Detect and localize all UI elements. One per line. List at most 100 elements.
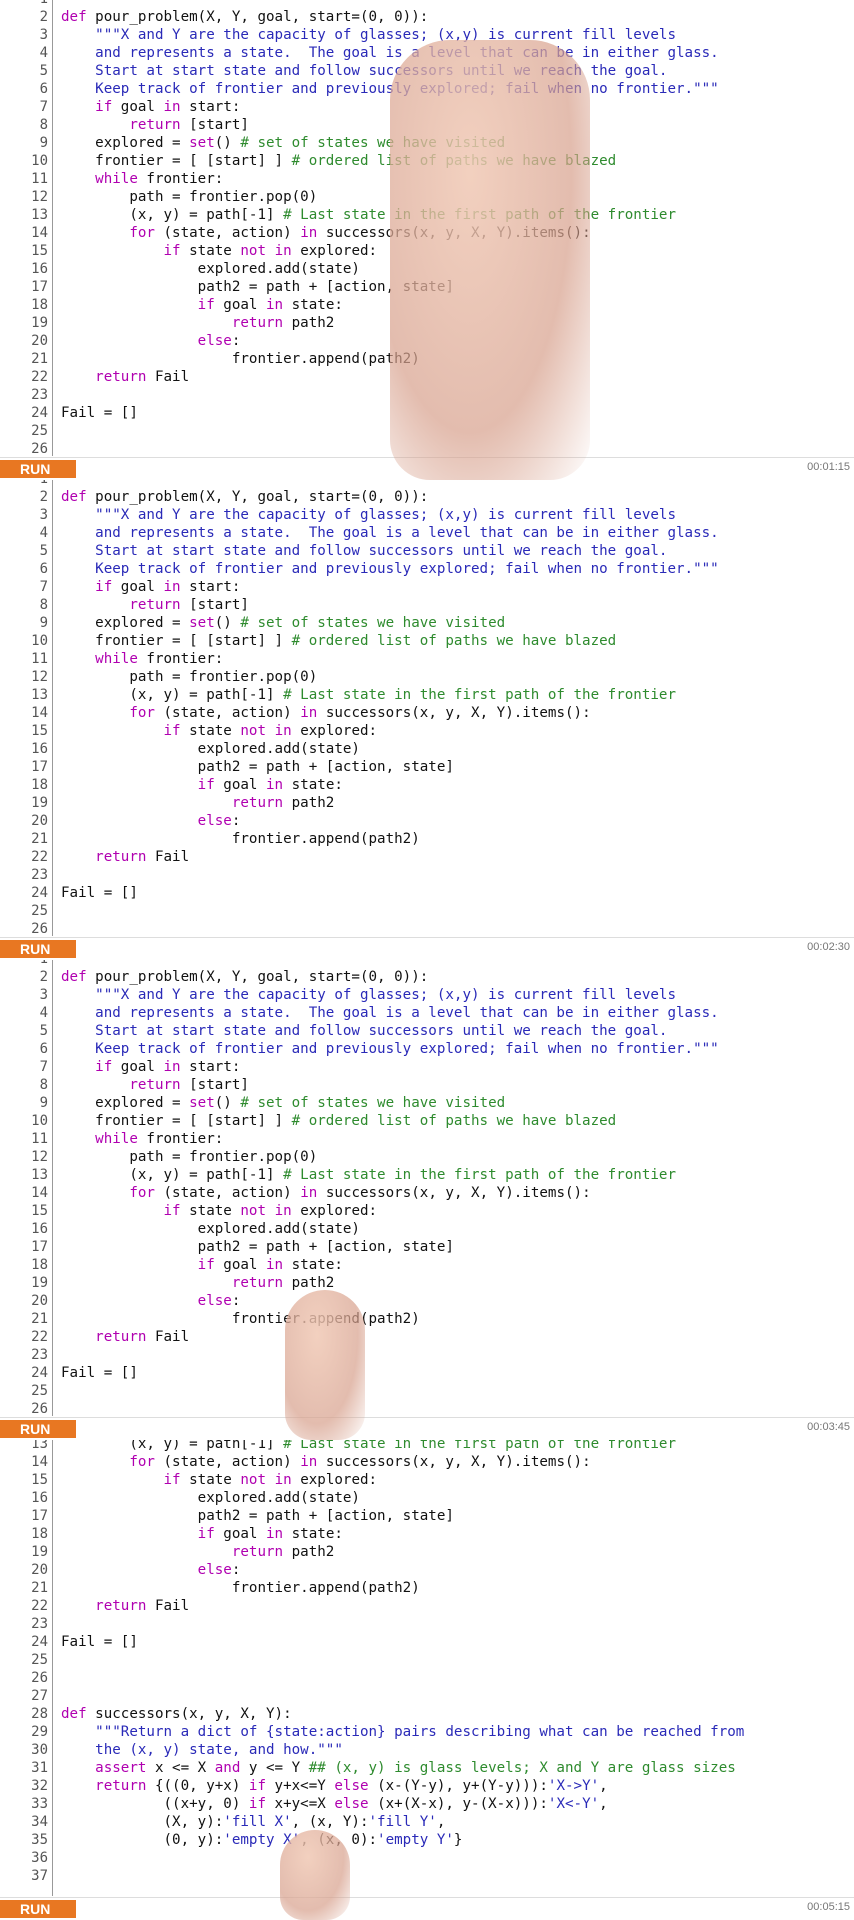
line-number: 12 [31, 1149, 48, 1165]
run-button[interactable]: RUN [0, 1900, 76, 1918]
line-number: 9 [39, 1095, 48, 1111]
line-number: 19 [31, 315, 48, 331]
line-text: """X and Y are the capacity of glasses; … [61, 987, 676, 1003]
line-text: if goal in state: [197, 297, 343, 313]
timestamp: 00:03:45 [807, 1421, 850, 1433]
line-number: 10 [31, 153, 48, 169]
line-text: path = frontier.pop(0) [61, 189, 318, 205]
editor-frame: 12 def pour_problem(X, Y, goal, start=(0,… [0, 0, 854, 480]
line-number: 15 [31, 1203, 48, 1219]
line-number: 24 [31, 885, 48, 901]
line-text: explored = set() # set of states we have… [61, 615, 506, 631]
line-number: 16 [31, 1221, 48, 1237]
line-text: if goal in state: [197, 1526, 343, 1542]
line-number: 24 [31, 1365, 48, 1381]
line-text: path = frontier.pop(0) [61, 669, 318, 685]
line-text: def pour_problem(X, Y, goal, start=(0, 0… [61, 969, 429, 985]
line-number: 10 [31, 1113, 48, 1129]
line-text: while frontier: [95, 171, 224, 187]
line-number: 17 [31, 1239, 48, 1255]
line-text: (X, y):'fill X', (x, Y):'fill Y', [61, 1814, 446, 1830]
line-text: if state not in explored: [163, 723, 378, 739]
line-number: 16 [31, 261, 48, 277]
line-number: 18 [31, 777, 48, 793]
run-button[interactable]: RUN [0, 940, 76, 958]
line-number: 14 [31, 705, 48, 721]
line-text: return Fail [95, 1598, 190, 1614]
line-number: 3 [39, 987, 48, 1003]
line-text: for (state, action) in successors(x, y, … [129, 1185, 591, 1201]
line-number: 7 [39, 1059, 48, 1075]
line-number: 19 [31, 1544, 48, 1560]
line-text: if goal in start: [95, 99, 241, 115]
line-text: Keep track of frontier and previously ex… [61, 1041, 719, 1057]
line-text: return [start] [129, 597, 249, 613]
line-text: (x, y) = path[-1] # Last state in the fi… [61, 1440, 677, 1452]
timestamp: 00:05:15 [807, 1901, 850, 1913]
line-gutter [52, 960, 53, 1416]
line-text: return Fail [95, 1329, 190, 1345]
line-text: """Return a dict of {state:action} pairs… [61, 1724, 745, 1740]
line-number: 21 [31, 351, 48, 367]
line-text: return path2 [231, 1275, 335, 1291]
line-number: 14 [31, 1454, 48, 1470]
line-number: 24 [31, 1634, 48, 1650]
line-number: 4 [39, 1005, 48, 1021]
line-number: 13 [31, 1440, 48, 1452]
line-number: 4 [39, 45, 48, 61]
line-text: else: [197, 813, 241, 829]
line-text: def pour_problem(X, Y, goal, start=(0, 0… [61, 489, 429, 505]
line-number: 16 [31, 1490, 48, 1506]
line-number: 23 [31, 1616, 48, 1632]
line-text: for (state, action) in successors(x, y, … [129, 705, 591, 721]
line-text: frontier.append(path2) [61, 1580, 420, 1596]
line-text: if state not in explored: [163, 1203, 378, 1219]
line-text: else: [197, 333, 241, 349]
line-number: 6 [39, 561, 48, 577]
line-number: 30 [31, 1742, 48, 1758]
line-number: 21 [31, 1580, 48, 1596]
line-text: def pour_problem(X, Y, goal, start=(0, 0… [61, 9, 429, 25]
line-number: 6 [39, 81, 48, 97]
line-number: 12 [31, 189, 48, 205]
line-text: Fail = [] [61, 885, 138, 901]
line-number: 21 [31, 1311, 48, 1327]
line-text: else: [197, 1293, 241, 1309]
line-number: 17 [31, 279, 48, 295]
line-number: 16 [31, 741, 48, 757]
finger-pointer [285, 1290, 365, 1440]
line-text: frontier = [ [start] ] # ordered list of… [61, 1113, 617, 1129]
line-number: 2 [39, 9, 48, 25]
line-number: 26 [31, 1401, 48, 1417]
line-number: 27 [31, 1688, 48, 1704]
line-number: 8 [39, 117, 48, 133]
line-number: 26 [31, 1670, 48, 1686]
line-number: 11 [31, 171, 48, 187]
run-button[interactable]: RUN [0, 460, 76, 478]
line-number: 23 [31, 867, 48, 883]
line-number: 15 [31, 243, 48, 259]
line-text: if goal in state: [197, 1257, 343, 1273]
line-number: 13 [31, 1167, 48, 1183]
line-text: frontier.append(path2) [61, 831, 420, 847]
line-text: return path2 [231, 795, 335, 811]
line-number: 2 [39, 489, 48, 505]
line-number: 18 [31, 297, 48, 313]
line-text: while frontier: [95, 1131, 224, 1147]
player-bar: RUN 00:03:45 [0, 1417, 854, 1440]
line-number: 25 [31, 423, 48, 439]
line-text: return Fail [95, 849, 190, 865]
run-button[interactable]: RUN [0, 1420, 76, 1438]
line-number: 1 [0, 0, 48, 8]
line-text: ((x+y, 0) if x+y<=X else (x+(X-x), y-(X-… [61, 1796, 608, 1812]
line-number: 28 [31, 1706, 48, 1722]
line-number: 18 [31, 1257, 48, 1273]
line-number: 34 [31, 1814, 48, 1830]
line-number: 31 [31, 1760, 48, 1776]
line-number: 5 [39, 543, 48, 559]
line-number: 1 [0, 960, 48, 968]
line-number: 35 [31, 1832, 48, 1848]
line-number: 8 [39, 597, 48, 613]
line-text: if goal in start: [95, 579, 241, 595]
line-text: path = frontier.pop(0) [61, 1149, 318, 1165]
